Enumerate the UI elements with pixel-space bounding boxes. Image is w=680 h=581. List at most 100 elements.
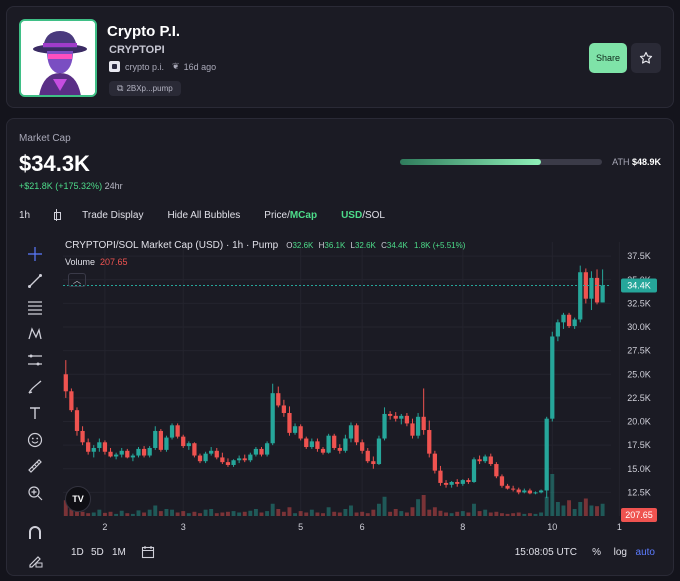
volume-bar: [270, 503, 275, 516]
token-ticker: CRYPTOPI: [109, 44, 165, 56]
volume-bar: [242, 511, 247, 516]
volume-bar: [315, 512, 320, 516]
crosshair-icon[interactable]: [23, 241, 47, 268]
y-tick-label: 20.0K: [627, 417, 651, 427]
volume-bar: [248, 510, 253, 516]
volume-bar: [226, 511, 230, 516]
auto-scale-toggle[interactable]: auto: [636, 547, 655, 558]
candle-body: [511, 488, 516, 490]
candle-body: [175, 425, 180, 437]
trend-line-icon[interactable]: [23, 268, 47, 295]
percent-scale-toggle[interactable]: %: [592, 547, 601, 558]
candle-body: [253, 448, 259, 455]
candle-body: [471, 459, 477, 482]
candle-body: [281, 405, 287, 414]
utc-clock[interactable]: 15:08:05 UTC: [515, 547, 577, 558]
log-scale-toggle[interactable]: log: [614, 547, 627, 558]
fib-lines-icon[interactable]: [23, 294, 47, 321]
volume-bar: [589, 505, 594, 516]
chart-toolbar: 1h Trade Display Hide All Bubbles Price/…: [19, 209, 409, 221]
favorite-star-button[interactable]: [631, 43, 661, 73]
calendar-icon[interactable]: [141, 545, 155, 562]
candle-body: [499, 476, 505, 486]
x-tick-label: 10: [547, 522, 557, 532]
candlestick-chart[interactable]: 12.5K 15.0K 17.5K 20.0K 22.5K 25.0K 27.5K 30.0K…: [57, 234, 667, 534]
volume-bar: [466, 512, 471, 516]
volume-bar: [192, 511, 197, 516]
volume-bar: [321, 513, 325, 516]
creator-avatar[interactable]: [109, 61, 120, 72]
text-icon[interactable]: [23, 400, 47, 427]
candle-body: [360, 442, 365, 451]
candle-body: [404, 415, 410, 424]
price-mcap-toggle[interactable]: Price/MCap: [264, 210, 317, 221]
y-tick-label: 27.5K: [627, 346, 651, 356]
volume-bar: [259, 512, 264, 516]
volume-bar: [416, 499, 421, 516]
volume-bar: [102, 512, 107, 516]
candle-body: [578, 272, 583, 320]
candle-body: [477, 459, 482, 462]
volume-bar: [360, 511, 365, 516]
ruler-icon[interactable]: [23, 453, 47, 480]
candle-body: [460, 480, 465, 484]
market-cap-change: +$21.8K (+175.32%) 24hr: [19, 181, 123, 191]
chart-title: CRYPTOPI/SOL Market Cap (USD) · 1h · Pum…: [65, 240, 279, 251]
measure-lines-icon[interactable]: [23, 347, 47, 374]
emoji-icon[interactable]: [23, 427, 47, 454]
trade-display-toggle[interactable]: Trade Display: [82, 210, 143, 221]
volume-bar: [572, 509, 577, 516]
collapse-legend-button[interactable]: ︿: [68, 273, 86, 287]
volume-bar: [108, 511, 113, 516]
candle-body: [292, 426, 298, 433]
volume-bar: [460, 511, 465, 516]
volume-bar: [410, 507, 415, 516]
candle-body: [237, 458, 242, 461]
range-5d-button[interactable]: 5D: [91, 547, 104, 558]
candle-body: [136, 448, 141, 456]
creator-name[interactable]: crypto p.i.: [125, 62, 164, 72]
candle-body: [438, 470, 443, 483]
volume-bar: [220, 512, 225, 516]
hide-bubbles-toggle[interactable]: Hide All Bubbles: [167, 210, 240, 221]
range-1d-button[interactable]: 1D: [71, 547, 84, 558]
usd-sol-toggle[interactable]: USD/SOL: [341, 210, 385, 221]
candle-body: [169, 425, 175, 438]
volume-bar: [125, 513, 130, 516]
interval-selector[interactable]: 1h: [19, 210, 30, 221]
candle-style-icon[interactable]: [54, 209, 64, 221]
candle-body: [158, 430, 163, 450]
candle-body: [522, 490, 527, 493]
volume-bar: [600, 503, 605, 516]
zoom-in-icon[interactable]: [23, 480, 47, 507]
pattern-icon[interactable]: [23, 321, 47, 348]
share-button[interactable]: Share: [589, 43, 627, 73]
candle-body: [181, 436, 186, 447]
candle-body: [544, 418, 549, 491]
contract-address-chip[interactable]: ⧉ 2BXp...pump: [109, 81, 181, 96]
volume-bar: [555, 502, 560, 516]
chat-bubbles-icon: ❦: [172, 61, 180, 71]
x-tick-label: 6: [360, 522, 365, 532]
brush-icon[interactable]: [23, 374, 47, 401]
candle-body: [320, 448, 326, 453]
volume-bar: [91, 512, 96, 516]
volume-bar: [550, 474, 555, 516]
x-tick-label: 5: [298, 522, 303, 532]
chart-canvas[interactable]: 12.5K 15.0K 17.5K 20.0K 22.5K 25.0K 27.5K 30.0K…: [57, 234, 667, 534]
range-1m-button[interactable]: 1M: [112, 547, 126, 558]
candle-body: [387, 413, 393, 416]
candle-body: [343, 438, 348, 451]
candle-body: [483, 456, 488, 462]
volume-legend: Volume 207.65: [65, 257, 128, 267]
candle-body: [371, 461, 376, 465]
token-image[interactable]: [19, 19, 97, 97]
volume-bar: [382, 496, 387, 516]
contract-address: 2BXp...pump: [126, 84, 173, 93]
candle-body: [309, 441, 314, 448]
tradingview-logo[interactable]: TV: [65, 486, 91, 512]
volume-bar: [349, 505, 353, 516]
mcap-option: MCap: [289, 209, 318, 221]
candle-body: [91, 447, 96, 452]
candle-body: [566, 314, 572, 327]
